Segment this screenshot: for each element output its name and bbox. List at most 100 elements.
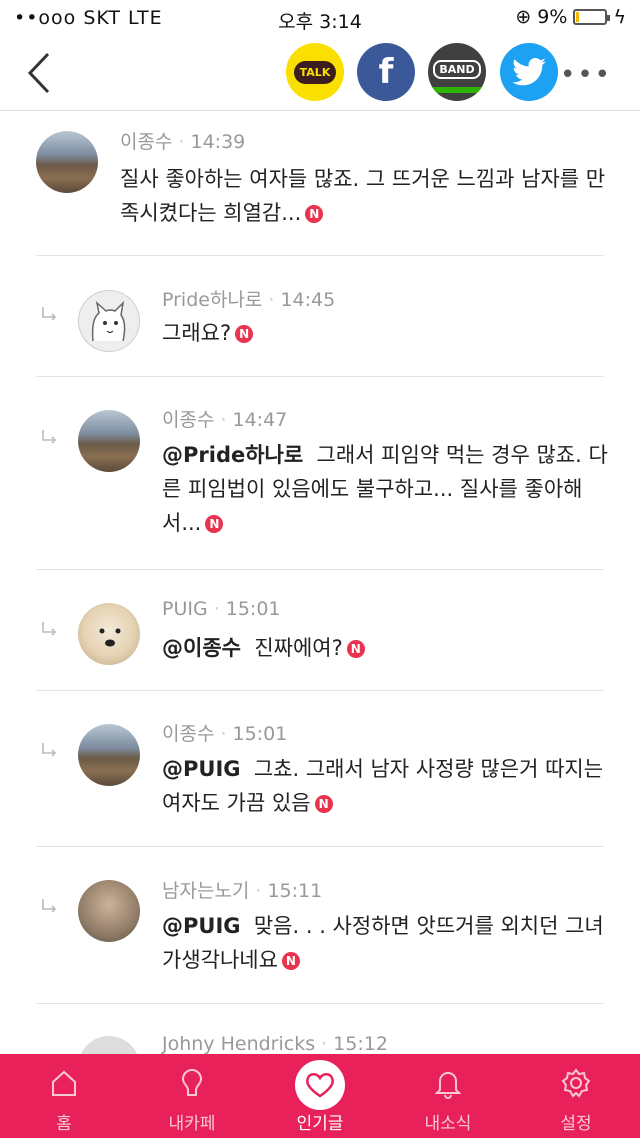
divider xyxy=(36,690,604,691)
more-options-icon[interactable]: ••• xyxy=(560,60,612,90)
comment-author[interactable]: 남자는노기 xyxy=(162,880,249,902)
comment-time: 15:01 xyxy=(232,723,288,745)
comment-author[interactable]: 이종수 xyxy=(120,131,172,153)
reply-arrow-icon xyxy=(42,307,57,321)
railroad-avatar[interactable] xyxy=(36,131,98,193)
status-right: ⊕ 9% ϟ xyxy=(515,6,626,28)
tab-label: 설정 xyxy=(560,1114,592,1134)
cat-avatar[interactable] xyxy=(78,290,140,352)
railroad-avatar[interactable] xyxy=(78,410,140,472)
reply-arrow-icon xyxy=(42,899,57,913)
reply-arrow-icon xyxy=(42,622,57,636)
bottom-tab-bar: 홈 내카페 인기글 내소식 설정 xyxy=(0,1054,640,1138)
comment-text: 질사 좋아하는 여자들 많죠. 그 뜨거운 느낌과 남자를 만족시켰다는 희열감… xyxy=(120,162,610,230)
kakaotalk-icon: TALK xyxy=(293,60,337,84)
rotation-lock-icon: ⊕ xyxy=(515,6,532,28)
mention[interactable]: @이종수 xyxy=(162,636,241,660)
separator-dot: · xyxy=(220,723,227,745)
comment-time: 14:45 xyxy=(280,289,336,311)
man-avatar[interactable] xyxy=(78,880,140,942)
separator-dot: · xyxy=(220,409,227,431)
dog-face-icon xyxy=(99,628,121,647)
tab-label: 인기글 xyxy=(296,1114,344,1134)
comment-author[interactable]: Pride하나로 xyxy=(162,289,262,311)
comment-time: 15:01 xyxy=(225,598,281,620)
dog-avatar[interactable] xyxy=(78,603,140,665)
comment-text: @이종수 진짜에여? N xyxy=(162,631,612,665)
comment-author[interactable]: PUIG xyxy=(162,598,208,620)
divider xyxy=(36,376,604,377)
heart-icon xyxy=(306,1073,334,1098)
tab-label: 내카페 xyxy=(168,1114,216,1134)
tab-news[interactable]: 내소식 xyxy=(384,1054,512,1138)
comment-meta: 이종수 · 14:39 xyxy=(120,127,245,154)
charging-icon: ϟ xyxy=(613,6,626,28)
comment-time: 14:39 xyxy=(190,131,246,153)
railroad-avatar[interactable] xyxy=(78,724,140,786)
comment-meta: 이종수 · 15:01 xyxy=(162,719,287,746)
reply-arrow-icon xyxy=(42,430,57,444)
separator-dot: · xyxy=(321,1033,328,1055)
tab-label: 홈 xyxy=(56,1114,72,1134)
facebook-icon: f xyxy=(378,52,394,92)
divider xyxy=(36,255,604,256)
comment-text: 그래요? N xyxy=(162,316,612,350)
new-badge: N xyxy=(305,205,324,223)
comment-time: 14:47 xyxy=(232,409,288,431)
comment-text: @Pride하나로 그래서 피임약 먹는 경우 많죠. 다른 피임법이 있음에도… xyxy=(162,438,612,540)
gear-icon xyxy=(561,1068,591,1098)
bell-icon xyxy=(434,1072,462,1099)
back-arrow-icon[interactable] xyxy=(22,50,62,96)
comment-meta: 이종수 · 14:47 xyxy=(162,405,287,432)
band-icon: BAND xyxy=(433,59,481,79)
mention[interactable]: @PUIG xyxy=(162,757,241,781)
divider xyxy=(36,569,604,570)
band-share-button[interactable]: BAND xyxy=(428,43,486,101)
kakaotalk-share-button[interactable]: TALK xyxy=(286,43,344,101)
comment-body: 질사 좋아하는 여자들 많죠. 그 뜨거운 느낌과 남자를 만족시켰다는 희열감… xyxy=(120,167,606,225)
comment-author[interactable]: Johny Hendricks xyxy=(162,1033,315,1055)
facebook-share-button[interactable]: f xyxy=(357,43,415,101)
battery-percent: 9% xyxy=(537,6,568,28)
comment-author[interactable]: 이종수 xyxy=(162,409,214,431)
tab-home[interactable]: 홈 xyxy=(0,1054,128,1138)
new-badge: N xyxy=(346,640,365,658)
twitter-share-button[interactable] xyxy=(500,43,558,101)
comment-author[interactable]: 이종수 xyxy=(162,723,214,745)
comment-time: 15:11 xyxy=(267,880,323,902)
comment-body: 그래요? xyxy=(162,321,232,345)
comment-time: 15:12 xyxy=(333,1033,388,1055)
comment-meta: Pride하나로 · 14:45 xyxy=(162,285,335,312)
battery-icon xyxy=(573,9,611,25)
separator-dot: · xyxy=(213,598,220,620)
divider xyxy=(36,846,604,847)
cat-drawing-icon xyxy=(91,300,126,342)
band-green-line xyxy=(428,87,486,93)
separator-dot: · xyxy=(255,880,262,902)
divider xyxy=(36,1003,604,1004)
new-badge: N xyxy=(314,795,333,813)
comment-body: 진짜에여? xyxy=(254,636,343,660)
comment-meta: PUIG · 15:01 xyxy=(162,598,281,620)
new-badge: N xyxy=(205,515,224,533)
home-icon xyxy=(52,1070,76,1096)
comment-text: @PUIG 그쵸. 그래서 남자 사정량 많은거 따지는 여자도 가끔 있음 N xyxy=(162,752,612,820)
comment-meta: 남자는노기 · 15:11 xyxy=(162,876,322,903)
separator-dot: · xyxy=(178,131,185,153)
tab-settings[interactable]: 설정 xyxy=(512,1054,640,1138)
reply-arrow-icon xyxy=(42,743,57,757)
tab-my-cafe[interactable]: 내카페 xyxy=(128,1054,256,1138)
comment-text: @PUIG 맞음. . . 사정하면 앗뜨거를 외치던 그녀가생각나네요 N xyxy=(162,909,612,977)
top-toolbar: TALK f BAND ••• xyxy=(0,36,640,111)
twitter-bird-icon xyxy=(512,58,546,86)
mention[interactable]: @Pride하나로 xyxy=(162,443,303,467)
new-badge: N xyxy=(281,952,300,970)
comment-meta: Johny Hendricks · 15:12 xyxy=(162,1033,388,1055)
my-cafe-icon xyxy=(181,1068,203,1096)
tab-popular[interactable]: 인기글 xyxy=(256,1054,384,1138)
separator-dot: · xyxy=(268,289,275,311)
tab-label: 내소식 xyxy=(424,1114,472,1134)
battery-fill xyxy=(576,12,579,22)
new-badge: N xyxy=(235,325,254,343)
mention[interactable]: @PUIG xyxy=(162,914,241,938)
